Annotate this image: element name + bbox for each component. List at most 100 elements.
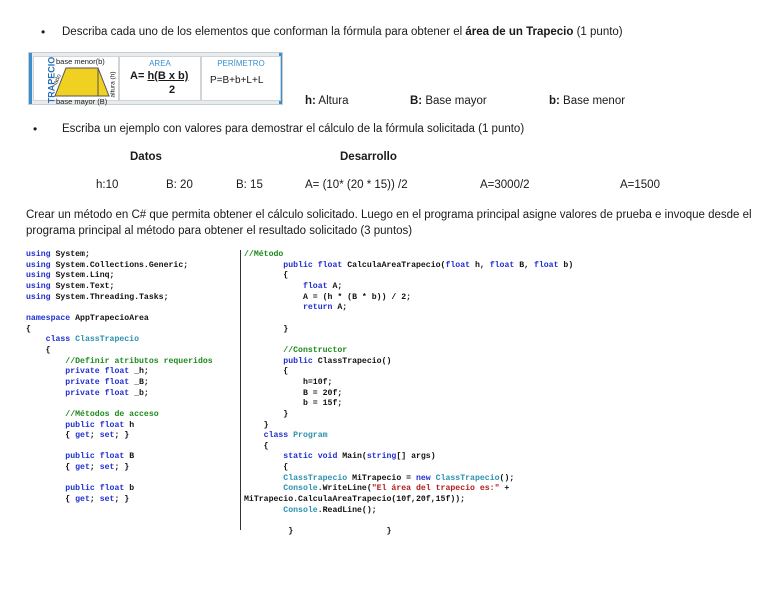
- code-line: using System;: [26, 250, 213, 261]
- code-token: System.Collections.Generic;: [50, 260, 189, 270]
- code-token: ;: [89, 431, 100, 441]
- code-token: System.Text;: [50, 281, 115, 291]
- code-token: {: [26, 495, 76, 505]
- formula-result: A=1500: [620, 179, 660, 191]
- desarrollo-header: Desarrollo: [340, 151, 397, 163]
- code-token: using: [26, 292, 51, 302]
- code-token: new: [415, 473, 431, 483]
- code-token: private float: [26, 388, 130, 398]
- code-line: b = 15f;: [244, 399, 573, 410]
- legend-B: B: Base mayor: [410, 95, 487, 107]
- code-line: }: [244, 410, 573, 421]
- code-token: System.Threading.Tasks;: [50, 292, 169, 302]
- base-mayor-label: base mayor (B): [56, 97, 108, 106]
- code-token: b): [558, 260, 574, 270]
- code-line: B = 20f;: [244, 389, 573, 400]
- code-line: //Métodos de acceso: [26, 410, 213, 421]
- code-token: ;: [89, 463, 100, 473]
- code-token: //Métodos de acceso: [26, 409, 159, 419]
- code-line: //Constructor: [244, 346, 573, 357]
- code-token: public float: [244, 260, 343, 270]
- question-2: Escriba un ejemplo con valores para demo…: [62, 123, 525, 135]
- code-token: h=10f;: [244, 377, 333, 387]
- code-block-right: //Método public float CalculaAreaTrapeci…: [244, 250, 573, 538]
- code-line: public float h: [26, 421, 213, 432]
- code-token: set: [99, 431, 115, 441]
- code-token: MiTrapecio =: [347, 473, 416, 483]
- code-token: float: [445, 260, 471, 270]
- code-token: ClassTrapecio: [435, 473, 500, 483]
- formula-step-1: A= (10* (20 * 15)) /2: [305, 179, 408, 191]
- question-3: Crear un método en C# que permita obtene…: [26, 209, 752, 237]
- code-token: //Constructor: [244, 345, 348, 355]
- code-token: System.Linq;: [50, 271, 115, 281]
- code-line: float A;: [244, 282, 573, 293]
- perimeter-title: PERÍMETRO: [217, 59, 265, 68]
- code-token: get: [75, 495, 90, 505]
- code-line: { get; set; }: [26, 495, 213, 506]
- code-line: MiTrapecio.CalculaAreaTrapecio(10f,20f,1…: [244, 495, 573, 506]
- code-token: using: [26, 281, 51, 291]
- formula-step-2: A=3000/2: [480, 179, 530, 191]
- code-token: return: [244, 303, 333, 313]
- code-line: ClassTrapecio MiTrapecio = new ClassTrap…: [244, 474, 573, 485]
- code-token: [] args): [396, 452, 436, 462]
- code-line: private float _B;: [26, 378, 213, 389]
- code-token: A;: [327, 281, 343, 291]
- code-token: }: [244, 420, 269, 430]
- code-token: {: [244, 441, 269, 451]
- code-line: //Método: [244, 250, 573, 261]
- code-line: {: [26, 346, 213, 357]
- code-token: B: [124, 452, 135, 462]
- area-title: AREA: [149, 59, 171, 68]
- code-token: get: [75, 463, 90, 473]
- area-formula-denominator: 2: [169, 84, 176, 96]
- code-token: {: [26, 324, 31, 334]
- area-formula-numerator: h(B x b): [147, 70, 189, 82]
- code-token: A;: [332, 303, 348, 313]
- code-line: private float _h;: [26, 367, 213, 378]
- code-token: .ReadLine();: [317, 505, 377, 515]
- code-token: MiTrapecio.CalculaAreaTrapecio(10f,20f,1…: [244, 495, 466, 505]
- code-token: B = 20f;: [244, 388, 343, 398]
- code-token: set: [99, 495, 115, 505]
- code-line: {: [244, 367, 573, 378]
- code-token: {: [26, 345, 51, 355]
- trapezoid-formula-image: TRAPECIO base menor(b) base mayor (B) al…: [28, 52, 283, 106]
- code-token: Main(: [337, 452, 367, 462]
- code-token: h: [124, 420, 135, 430]
- code-line: { get; set; }: [26, 431, 213, 442]
- legend-b: b: Base menor: [549, 95, 626, 107]
- document-page: • Describa cada uno de los elementos que…: [0, 0, 768, 594]
- code-token: float: [244, 281, 328, 291]
- datos-header: Datos: [130, 151, 162, 163]
- code-token: float: [533, 260, 559, 270]
- code-token: ;: [89, 495, 100, 505]
- code-token: {: [244, 463, 289, 473]
- code-token: _b;: [129, 388, 149, 398]
- code-token: h,: [470, 260, 490, 270]
- code-token: ClassTrapecio: [75, 335, 140, 345]
- bullet: •: [41, 25, 46, 39]
- code-line: {: [244, 463, 573, 474]
- code-token: ; }: [114, 495, 130, 505]
- code-line: using System.Linq;: [26, 271, 213, 282]
- legend-h: h: Altura: [305, 95, 349, 107]
- bullet: •: [33, 122, 38, 136]
- code-token: using: [26, 271, 51, 281]
- code-token: {: [26, 463, 76, 473]
- code-token: static void: [244, 452, 338, 462]
- code-token: {: [244, 367, 289, 377]
- code-line: static void Main(string[] args): [244, 452, 573, 463]
- q1-text: Describa cada uno de los elementos que c…: [62, 26, 466, 38]
- code-line: public ClassTrapecio(): [244, 357, 573, 368]
- code-token: AppTrapecioArea: [70, 313, 149, 323]
- code-token: "El área del trapecio es:": [371, 484, 500, 494]
- q1-bold: área de un Trapecio: [465, 26, 574, 38]
- code-token: {: [244, 271, 289, 281]
- area-cell: AREA A= h(B x b) 2: [119, 56, 201, 101]
- code-token: string: [366, 452, 397, 462]
- code-line: using System.Collections.Generic;: [26, 261, 213, 272]
- code-line: {: [244, 442, 573, 453]
- code-token: Program: [293, 431, 328, 441]
